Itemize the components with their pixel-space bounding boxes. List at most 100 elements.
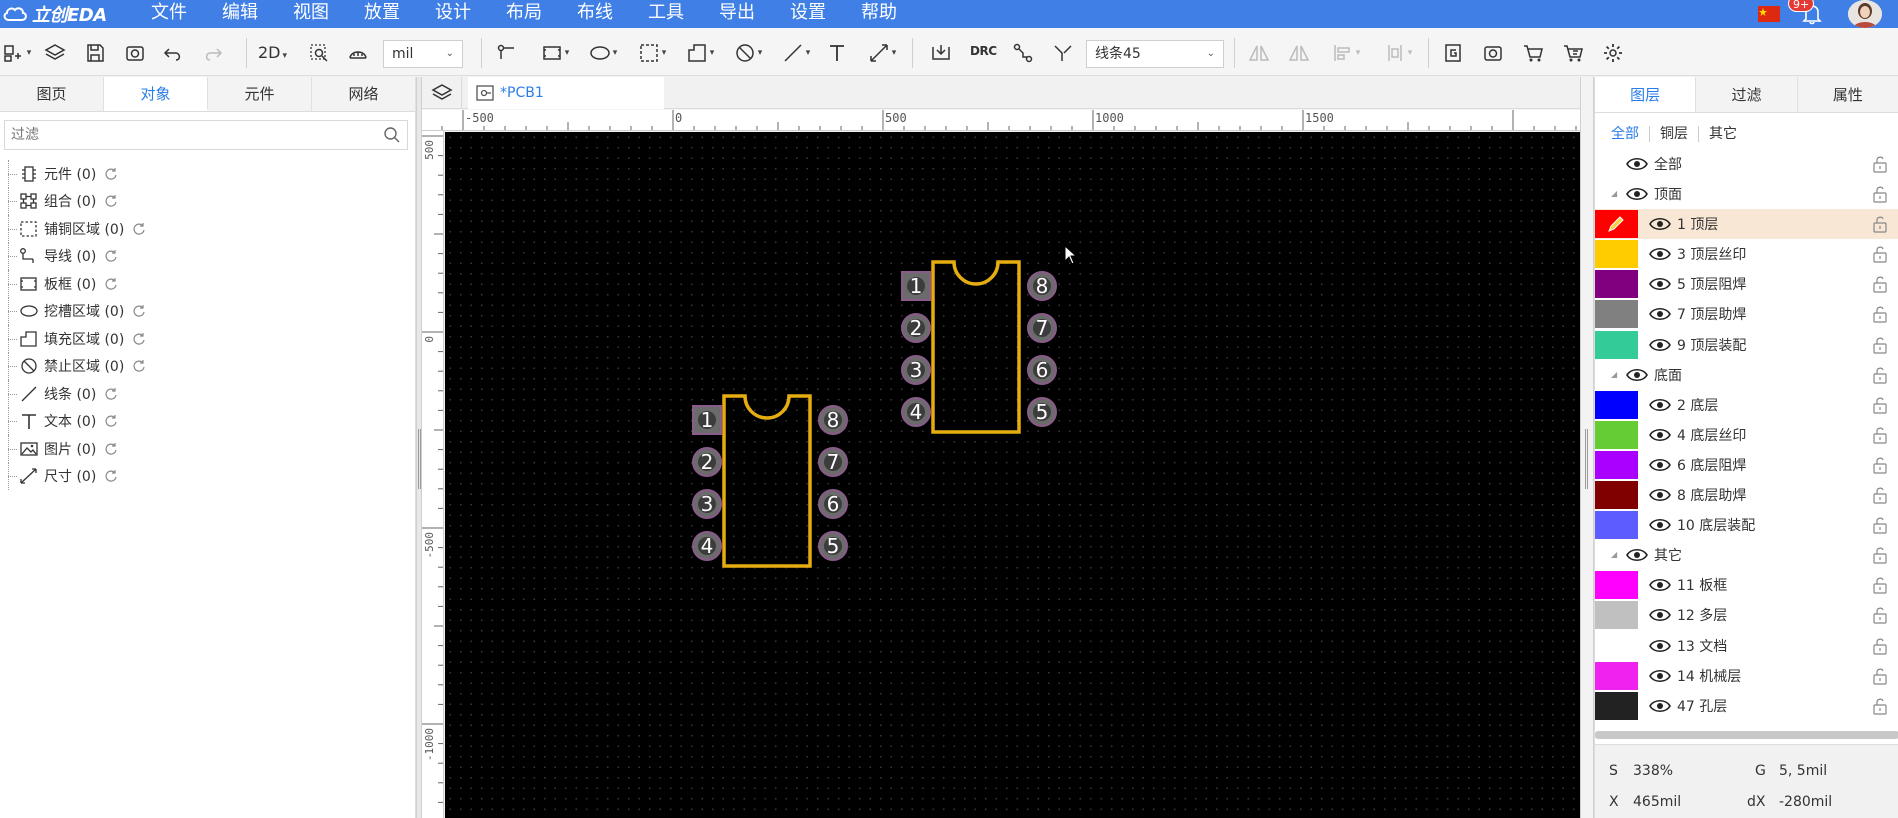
route-diff-icon[interactable]	[1050, 40, 1076, 66]
app-logo[interactable]: 立创EDA	[2, 3, 107, 26]
tree-item-3[interactable]: 铺铜区域 (0)	[0, 215, 416, 243]
refresh-icon[interactable]	[104, 442, 118, 456]
filter-input[interactable]	[5, 121, 375, 149]
collapse-arrow-icon[interactable]: ◢	[1611, 189, 1617, 198]
lock-icon[interactable]	[1871, 366, 1889, 384]
right-tab-3[interactable]: 属性	[1798, 77, 1898, 112]
import-changes-icon[interactable]	[928, 40, 954, 66]
layer-row-17[interactable]: 13 文档	[1595, 631, 1898, 661]
tree-item-9[interactable]: 线条 (0)	[0, 380, 416, 408]
menu-item-4[interactable]: 放置	[347, 0, 418, 28]
layer-color-swatch[interactable]	[1595, 691, 1638, 720]
menu-item-10[interactable]: 设置	[773, 0, 844, 28]
lock-icon[interactable]	[1871, 336, 1889, 354]
eye-icon[interactable]	[1626, 548, 1648, 562]
layer-row-6[interactable]: 7 顶层助焊	[1595, 299, 1898, 329]
lock-icon[interactable]	[1871, 546, 1889, 564]
pcb-canvas[interactable]: 1 8 2 7 3 6 4 5 1 8 2 7 3 6 4 5	[445, 132, 1580, 818]
layer-color-swatch[interactable]	[1595, 571, 1638, 600]
menu-item-8[interactable]: 工具	[631, 0, 702, 28]
zoom-area-icon[interactable]	[306, 40, 332, 66]
eye-icon[interactable]	[1626, 187, 1648, 201]
left-tab-3[interactable]: 元件	[208, 77, 312, 111]
component-place-icon[interactable]: ▾	[2, 40, 32, 66]
lock-icon[interactable]	[1871, 185, 1889, 203]
layer-filter-3[interactable]: 其它	[1709, 126, 1747, 142]
snapshot-icon[interactable]	[122, 40, 148, 66]
eye-icon[interactable]	[1626, 368, 1648, 382]
eye-icon[interactable]	[1649, 518, 1671, 532]
route-single-icon[interactable]	[1010, 40, 1036, 66]
layer-row-11[interactable]: 6 底层阻焊	[1595, 450, 1898, 480]
splitter-grip[interactable]	[418, 429, 421, 489]
tree-item-6[interactable]: 挖槽区域 (0)	[0, 297, 416, 326]
layer-row-3[interactable]: 1 顶层	[1595, 209, 1898, 240]
layer-row-10[interactable]: 4 底层丝印	[1595, 420, 1898, 450]
layer-color-swatch[interactable]	[1595, 661, 1638, 690]
undo-icon[interactable]	[160, 40, 186, 66]
eye-icon[interactable]	[1649, 578, 1671, 592]
refresh-icon[interactable]	[132, 359, 146, 373]
right-tab-2[interactable]: 过滤	[1696, 77, 1798, 112]
lock-icon[interactable]	[1871, 215, 1889, 233]
refresh-icon[interactable]	[104, 194, 118, 208]
lock-icon[interactable]	[1871, 155, 1889, 173]
keepout-tool-icon[interactable]: ▾	[728, 40, 768, 66]
left-tab-2[interactable]: 对象	[104, 77, 208, 111]
view-mode-dropdown[interactable]: 2D ▾	[258, 40, 287, 66]
refresh-icon[interactable]	[104, 414, 118, 428]
layer-color-swatch[interactable]	[1595, 270, 1638, 299]
tree-item-12[interactable]: 尺寸 (0)	[0, 462, 416, 491]
refresh-icon[interactable]	[132, 222, 146, 236]
tree-item-10[interactable]: 文本 (0)	[0, 407, 416, 436]
distribute-icon[interactable]: ▾	[1378, 40, 1418, 66]
layer-row-9[interactable]: 2 底层	[1595, 390, 1898, 420]
eye-icon[interactable]	[1649, 217, 1671, 231]
lock-icon[interactable]	[1871, 667, 1889, 685]
refresh-icon[interactable]	[104, 277, 118, 291]
lock-icon[interactable]	[1871, 275, 1889, 293]
splitter-grip[interactable]	[1585, 429, 1588, 489]
tree-item-5[interactable]: 板框 (0)	[0, 270, 416, 298]
refresh-icon[interactable]	[132, 304, 146, 318]
tree-item-7[interactable]: 填充区域 (0)	[0, 325, 416, 353]
layer-color-swatch[interactable]	[1595, 450, 1638, 479]
layer-color-swatch[interactable]	[1595, 511, 1638, 540]
eye-icon[interactable]	[1649, 458, 1671, 472]
layer-group-1[interactable]: 全部	[1595, 149, 1898, 179]
layer-row-19[interactable]: 47 孔层	[1595, 691, 1898, 721]
tree-item-11[interactable]: 图片 (0)	[0, 435, 416, 463]
layer-color-swatch[interactable]	[1595, 330, 1638, 359]
lock-icon[interactable]	[1871, 456, 1889, 474]
text-tool-icon[interactable]	[824, 40, 850, 66]
menu-item-11[interactable]: 帮助	[844, 0, 915, 28]
lock-icon[interactable]	[1871, 245, 1889, 263]
tree-item-1[interactable]: 元件 (0)	[0, 160, 416, 188]
align-icon[interactable]: ▾	[1326, 40, 1366, 66]
order-cart-icon[interactable]	[1520, 40, 1546, 66]
save-icon[interactable]	[82, 40, 108, 66]
layer-color-swatch[interactable]	[1595, 210, 1638, 239]
layer-color-swatch[interactable]	[1595, 300, 1638, 329]
lock-icon[interactable]	[1871, 697, 1889, 715]
right-tab-1[interactable]: 图层	[1595, 77, 1697, 112]
collapse-arrow-icon[interactable]: ◢	[1611, 370, 1617, 379]
board-outline-tool-icon[interactable]: ▾	[535, 40, 575, 66]
unit-select[interactable]: mil ⌄	[383, 40, 463, 68]
language-flag-icon[interactable]	[1758, 6, 1780, 22]
dip8-footprint-1[interactable]: 1 8 2 7 3 6 4 5	[692, 394, 848, 568]
eye-icon[interactable]	[1649, 247, 1671, 261]
layer-group-14[interactable]: ◢ 其它	[1595, 540, 1898, 570]
menu-item-3[interactable]: 视图	[276, 0, 347, 28]
eye-icon[interactable]	[1649, 307, 1671, 321]
fill-area-tool-icon[interactable]: ▾	[680, 40, 720, 66]
eye-icon[interactable]	[1649, 608, 1671, 622]
layer-row-13[interactable]: 10 底层装配	[1595, 510, 1898, 540]
tree-item-8[interactable]: 禁止区域 (0)	[0, 352, 416, 381]
lock-icon[interactable]	[1871, 426, 1889, 444]
menu-item-5[interactable]: 设计	[418, 0, 489, 28]
lock-icon[interactable]	[1871, 486, 1889, 504]
layers-icon[interactable]	[42, 40, 68, 66]
eye-icon[interactable]	[1649, 639, 1671, 653]
search-icon[interactable]	[383, 126, 401, 144]
